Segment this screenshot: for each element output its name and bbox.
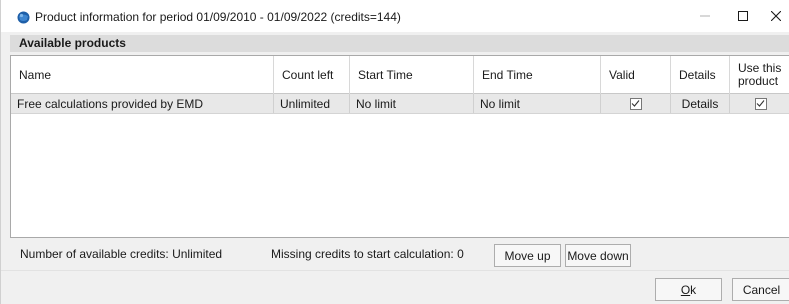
- move-down-button[interactable]: Move down: [565, 244, 631, 267]
- ok-label-rest: k: [690, 282, 697, 297]
- column-header-details[interactable]: Details: [671, 56, 730, 94]
- maximize-icon: [738, 11, 748, 21]
- ok-mnemonic: O: [680, 282, 691, 297]
- column-header-valid[interactable]: Valid: [601, 56, 671, 94]
- close-icon: [771, 11, 781, 21]
- cancel-button[interactable]: Cancel: [732, 278, 789, 301]
- table-row[interactable]: Free calculations provided by EMD Unlimi…: [11, 94, 789, 114]
- globe-app-icon: [17, 11, 30, 24]
- products-table[interactable]: Name Count left Start Time End Time Vali…: [10, 55, 789, 238]
- cell-name: Free calculations provided by EMD: [11, 94, 274, 113]
- column-header-name[interactable]: Name: [11, 56, 274, 94]
- checkmark-icon: [631, 100, 640, 107]
- cell-count-left: Unlimited: [274, 94, 350, 113]
- cell-end-time: No limit: [474, 94, 601, 113]
- checkmark-icon: [756, 100, 765, 107]
- cell-start-time: No limit: [350, 94, 474, 113]
- missing-credits-text: Missing credits to start calculation: 0: [271, 247, 464, 261]
- column-header-use-this-product[interactable]: Use this product: [730, 56, 789, 94]
- footer-divider: [1, 270, 789, 271]
- valid-checkbox[interactable]: [629, 97, 642, 110]
- window-title: Product information for period 01/09/201…: [35, 10, 401, 24]
- close-button[interactable]: [762, 0, 789, 32]
- title-bar[interactable]: Product information for period 01/09/201…: [1, 0, 789, 32]
- cell-use-this-product: [730, 94, 789, 113]
- product-information-dialog: Product information for period 01/09/201…: [0, 0, 789, 304]
- cell-valid: [601, 94, 671, 113]
- column-header-end-time[interactable]: End Time: [474, 56, 601, 94]
- ok-button[interactable]: Ok: [655, 278, 722, 301]
- available-credits-text: Number of available credits: Unlimited: [20, 247, 223, 261]
- minimize-icon: [700, 15, 710, 17]
- move-up-button[interactable]: Move up: [494, 244, 561, 267]
- maximize-button[interactable]: [722, 0, 764, 32]
- column-header-count-left[interactable]: Count left: [274, 56, 350, 94]
- use-this-product-checkbox[interactable]: [754, 97, 767, 110]
- details-link[interactable]: Details: [671, 94, 730, 113]
- table-header: Name Count left Start Time End Time Vali…: [11, 56, 789, 94]
- available-products-header: Available products: [10, 35, 789, 52]
- column-header-start-time[interactable]: Start Time: [350, 56, 474, 94]
- minimize-button[interactable]: [684, 0, 726, 32]
